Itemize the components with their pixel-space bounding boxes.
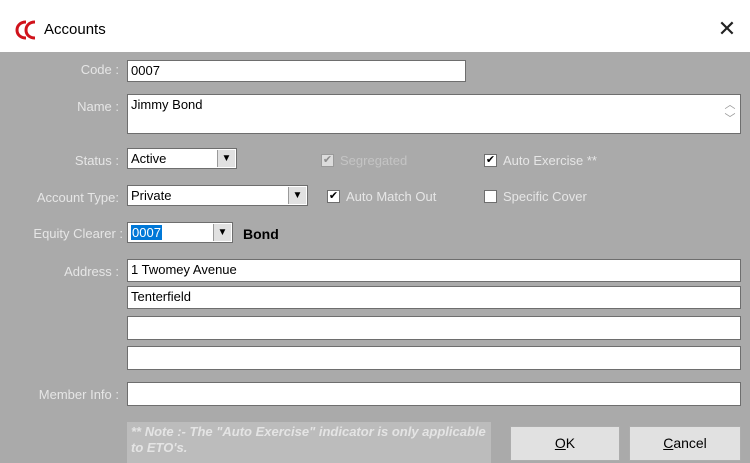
equity-clearer-name: Bond xyxy=(243,226,279,242)
status-label: Status : xyxy=(74,153,119,168)
equity-clearer-select[interactable]: 0007 ▼ xyxy=(127,222,233,243)
specific-cover-label: Specific Cover xyxy=(503,189,587,204)
chevron-down-icon[interactable]: ▼ xyxy=(217,150,235,167)
window-title: Accounts xyxy=(44,21,106,38)
scroll-down-icon[interactable]: ﹀ xyxy=(723,112,737,126)
chevron-down-icon[interactable]: ▼ xyxy=(213,224,231,241)
name-field[interactable]: Jimmy Bond ︿ ﹀ xyxy=(127,94,741,134)
status-select[interactable]: Active ▼ xyxy=(127,148,237,169)
chevron-down-icon[interactable]: ▼ xyxy=(288,187,306,204)
equity-clearer-label: Equity Clearer : xyxy=(33,226,123,241)
address-line-3[interactable] xyxy=(127,316,741,340)
checkmark-icon: ✔ xyxy=(327,190,340,203)
name-value: Jimmy Bond xyxy=(131,97,203,112)
code-field[interactable]: 0007 xyxy=(127,60,466,82)
address-label: Address : xyxy=(64,264,119,279)
segregated-label: Segregated xyxy=(340,153,408,168)
auto-exercise-label: Auto Exercise ** xyxy=(503,153,597,168)
scroll-up-icon[interactable]: ︿ xyxy=(723,98,737,112)
checkmark-icon: ✔ xyxy=(484,154,497,167)
app-logo-icon xyxy=(15,20,36,40)
address-line-4[interactable] xyxy=(127,346,741,370)
account-type-select[interactable]: Private ▼ xyxy=(127,185,308,206)
title-bar: Accounts ✕ xyxy=(0,0,750,52)
member-info-field[interactable] xyxy=(127,382,741,406)
code-label: Code : xyxy=(80,62,119,77)
checkmark-icon: ✔ xyxy=(321,154,334,167)
cancel-button[interactable]: Cancel xyxy=(629,426,741,461)
status-value: Active xyxy=(131,151,167,166)
address-line-1[interactable]: 1 Twomey Avenue xyxy=(127,259,741,282)
name-label: Name : xyxy=(77,99,119,114)
member-info-label: Member Info : xyxy=(38,387,119,402)
ok-button[interactable]: OK xyxy=(510,426,620,461)
auto-match-out-label: Auto Match Out xyxy=(346,189,437,204)
name-scrollbar[interactable]: ︿ ﹀ xyxy=(723,98,737,132)
close-button[interactable]: ✕ xyxy=(712,14,742,44)
equity-clearer-value: 0007 xyxy=(131,225,162,240)
account-type-label: Account Type: xyxy=(36,190,119,205)
dialog-body: Code : 0007 Name : Jimmy Bond ︿ ﹀ Status… xyxy=(0,52,750,463)
auto-exercise-note: ** Note :- The "Auto Exercise" indicator… xyxy=(127,422,491,463)
address-line-2[interactable]: Tenterfield xyxy=(127,286,741,309)
account-type-value: Private xyxy=(131,188,172,203)
